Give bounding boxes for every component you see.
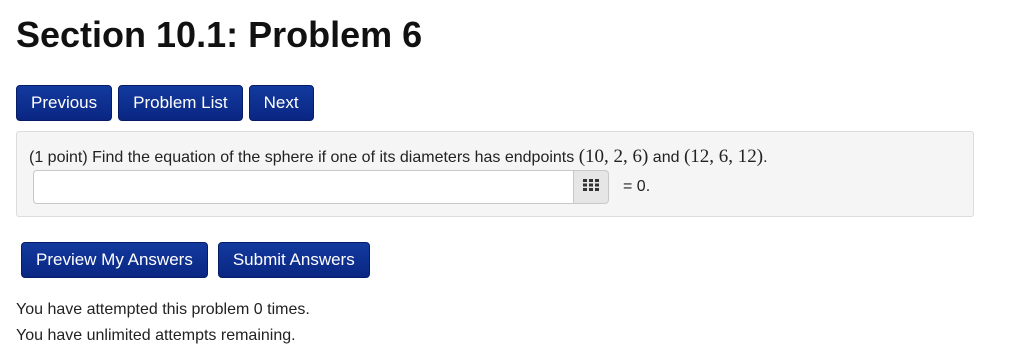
equals-suffix: = 0. bbox=[623, 178, 651, 195]
answer-actions: Preview My Answers Submit Answers bbox=[21, 242, 370, 278]
problem-and: and bbox=[648, 149, 684, 166]
grid-icon bbox=[583, 178, 599, 196]
answer-row: = 0. bbox=[33, 170, 650, 204]
answer-input[interactable] bbox=[33, 170, 573, 204]
preview-answers-button[interactable]: Preview My Answers bbox=[21, 242, 208, 278]
problem-text: Find the equation of the sphere if one o… bbox=[87, 149, 579, 166]
problem-box: (1 point) Find the equation of the spher… bbox=[16, 131, 974, 217]
endpoint-2: (12, 6, 12) bbox=[683, 146, 764, 167]
attempt-status: You have attempted this problem 0 times.… bbox=[16, 297, 310, 349]
attempts-text: You have attempted this problem 0 times. bbox=[16, 301, 310, 318]
endpoint-1: (10, 2, 6) bbox=[578, 146, 649, 167]
submit-answers-button[interactable]: Submit Answers bbox=[217, 242, 370, 278]
previous-button[interactable]: Previous bbox=[16, 85, 113, 121]
problem-nav: Previous Problem List Next bbox=[16, 85, 314, 121]
equation-editor-button[interactable] bbox=[573, 170, 609, 204]
problem-period: . bbox=[763, 149, 768, 166]
problem-statement: (1 point) Find the equation of the spher… bbox=[29, 146, 768, 168]
remaining-text: You have unlimited attempts remaining. bbox=[16, 327, 296, 344]
page-title: Section 10.1: Problem 6 bbox=[16, 14, 423, 55]
problem-list-button[interactable]: Problem List bbox=[118, 85, 243, 121]
next-button[interactable]: Next bbox=[248, 85, 314, 121]
problem-points: (1 point) bbox=[29, 149, 88, 166]
